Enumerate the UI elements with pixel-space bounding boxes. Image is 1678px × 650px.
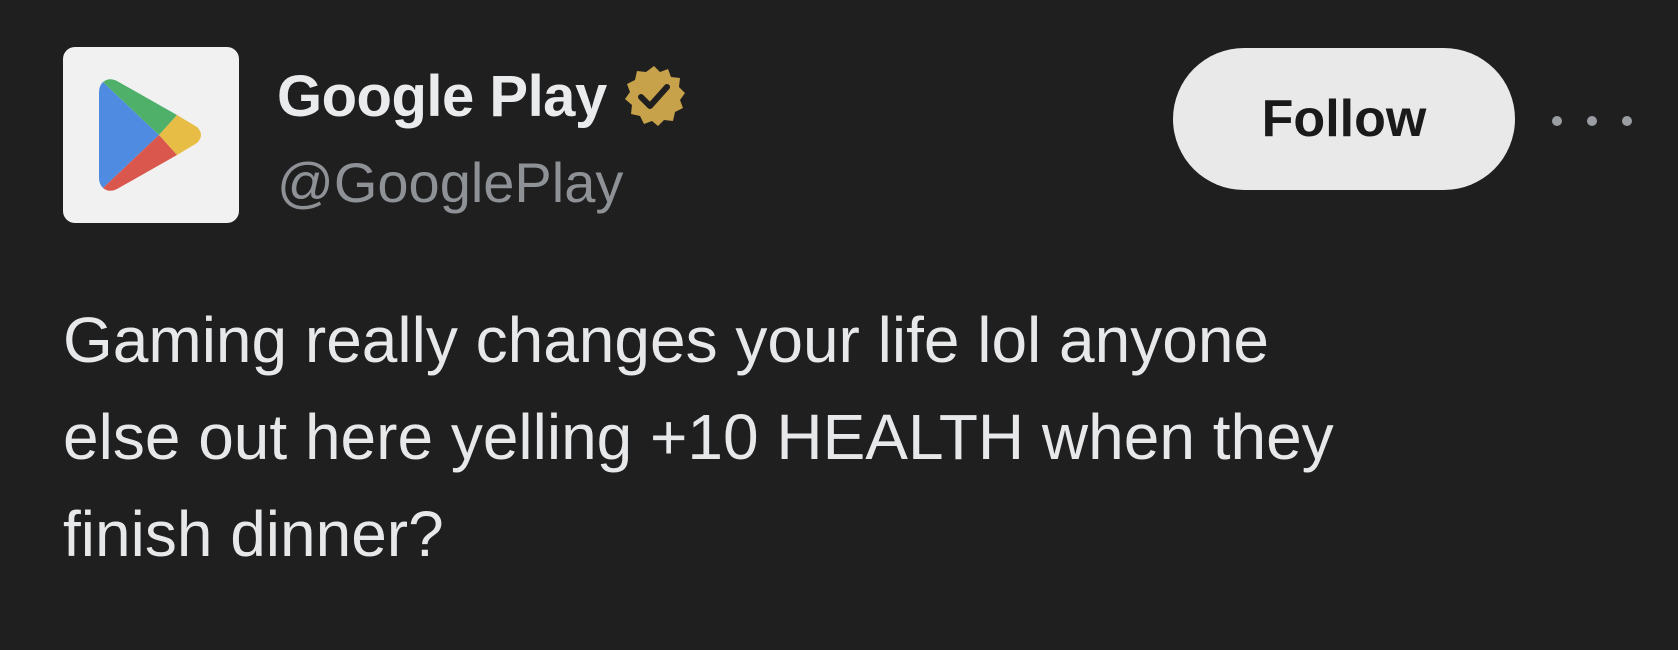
display-name[interactable]: Google Play (277, 63, 607, 130)
more-dot (1622, 116, 1632, 126)
more-dot (1587, 116, 1597, 126)
account-name-row: Google Play (277, 58, 687, 134)
follow-button[interactable]: Follow (1173, 48, 1515, 190)
verified-badge-icon (621, 63, 687, 129)
more-dot (1552, 116, 1562, 126)
account-handle[interactable]: @GooglePlay (277, 150, 623, 215)
avatar[interactable] (63, 47, 239, 223)
tweet-card: Google Play @GooglePlay Follow Gaming re… (0, 0, 1678, 650)
tweet-text: Gaming really changes your life lol anyo… (63, 304, 1334, 570)
google-play-logo-icon (99, 79, 201, 191)
more-options-icon[interactable] (1552, 104, 1632, 138)
